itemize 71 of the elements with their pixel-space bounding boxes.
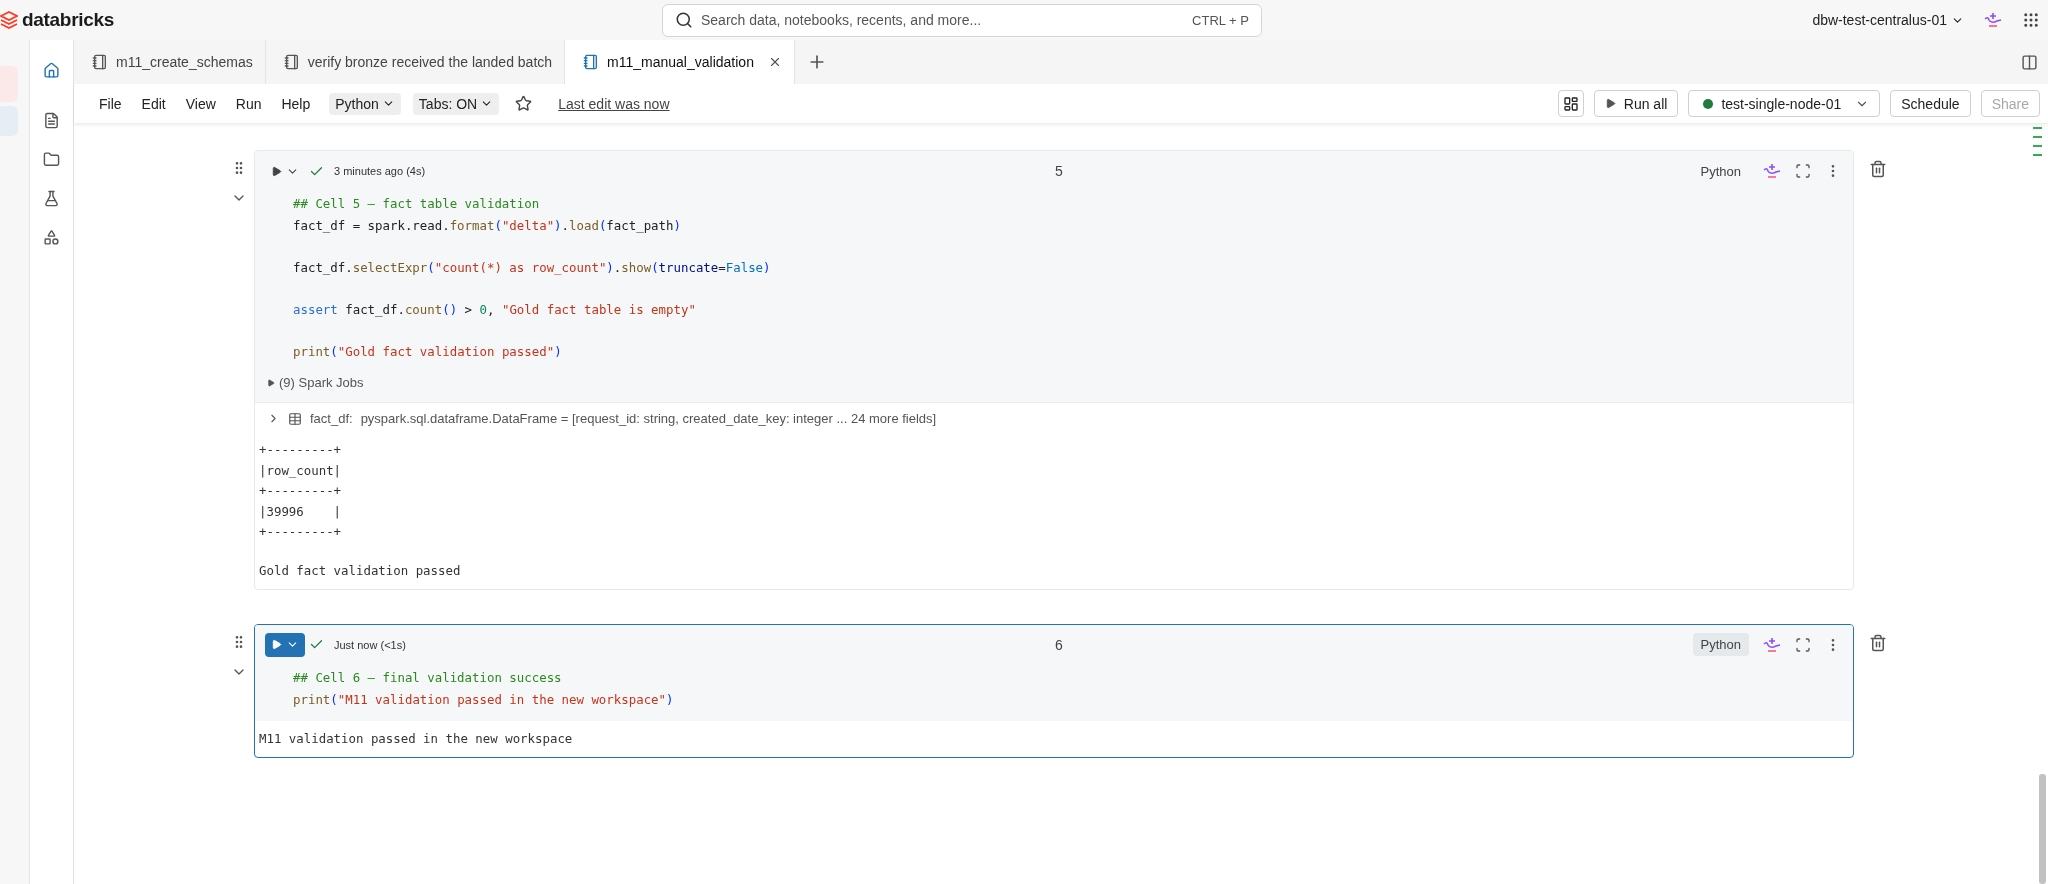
minimap[interactable] bbox=[2033, 127, 2042, 156]
dataframe-schema: pyspark.sql.dataframe.DataFrame = [request_id: string, created_date_key: integer ... 24 more fields] bbox=[360, 411, 937, 426]
code-line: fact_df.selectExpr("count(*) as row_count").show(truncate=False) bbox=[293, 259, 772, 277]
trash-icon bbox=[1869, 160, 1887, 178]
expand-icon[interactable] bbox=[1795, 636, 1811, 653]
flask-icon[interactable] bbox=[43, 190, 60, 207]
star-icon[interactable] bbox=[515, 95, 533, 112]
apps-icon[interactable] bbox=[2022, 11, 2040, 29]
code-line: print("Gold fact validation passed") bbox=[293, 343, 563, 361]
home-icon[interactable] bbox=[43, 61, 60, 79]
folder-icon[interactable] bbox=[43, 151, 60, 168]
menu-item[interactable]: Help bbox=[274, 91, 318, 116]
trash-icon bbox=[1869, 633, 1887, 652]
expand-triangle-icon[interactable] bbox=[267, 378, 275, 387]
play-icon bbox=[271, 165, 282, 177]
search-field[interactable]: Search data, notebooks, recents, and more... CTRL + P bbox=[662, 3, 1262, 37]
notebook-icon bbox=[583, 54, 600, 70]
cell-number: 6 bbox=[1055, 636, 1063, 653]
tabs-dropdown[interactable]: Tabs: ON bbox=[412, 92, 500, 115]
search-icon bbox=[675, 11, 693, 29]
shortcut-hint: CTRL + P bbox=[1192, 12, 1249, 28]
table-icon bbox=[288, 411, 302, 426]
output-message: Gold fact validation passed bbox=[259, 561, 462, 580]
code-line: print("M11 validation passed in the new workspace") bbox=[293, 690, 675, 709]
split-view-icon bbox=[2021, 53, 2038, 71]
status-dot bbox=[1703, 98, 1714, 109]
assistant-icon[interactable] bbox=[1763, 636, 1781, 653]
output-line: |row_count| bbox=[259, 461, 343, 480]
logo-text: databricks bbox=[22, 9, 115, 31]
run-status: 3 minutes ago (4s) bbox=[334, 165, 426, 177]
spark-jobs-link[interactable]: (9) Spark Jobs bbox=[279, 375, 364, 390]
menu-item[interactable]: View bbox=[178, 91, 223, 116]
menu-item[interactable]: Run bbox=[228, 91, 269, 116]
last-edit-link[interactable]: Last edit was now bbox=[558, 95, 670, 112]
language-button[interactable]: Python bbox=[1692, 159, 1749, 183]
scrollbar[interactable] bbox=[2039, 774, 2046, 884]
language-button[interactable]: Python bbox=[1692, 633, 1749, 656]
run-all-button[interactable]: Run all bbox=[1593, 90, 1679, 117]
output-line: +---------+ bbox=[259, 441, 343, 459]
notebook-icon bbox=[283, 54, 300, 70]
schedule-button[interactable]: Schedule bbox=[1890, 90, 1971, 117]
output-line: |39996 | bbox=[259, 502, 343, 521]
assistant-icon[interactable] bbox=[1984, 12, 2002, 28]
output-line: +---------+ bbox=[259, 523, 343, 541]
logo-icon bbox=[0, 11, 18, 29]
dataframe-name: fact_df: bbox=[310, 411, 353, 426]
code-line: ## Cell 6 — final validation success bbox=[293, 668, 563, 687]
workspace-selector[interactable]: dbw-test-centralus-01 bbox=[1812, 12, 1964, 28]
shapes-icon[interactable] bbox=[43, 229, 60, 246]
play-icon bbox=[271, 639, 282, 650]
layout-icon bbox=[1562, 95, 1579, 112]
code-line: ## Cell 5 — fact table validation bbox=[293, 195, 541, 213]
document-icon[interactable] bbox=[43, 112, 60, 129]
play-icon bbox=[1604, 98, 1616, 109]
cluster-selector[interactable]: test-single-node-01 bbox=[1688, 90, 1881, 117]
code-line: assert fact_df.count() > 0, "Gold fact table is empty" bbox=[293, 301, 697, 319]
menu-item[interactable]: File bbox=[92, 91, 129, 116]
menu-item[interactable]: Edit bbox=[134, 91, 173, 116]
assistant-icon[interactable] bbox=[1763, 163, 1781, 179]
notebook-tab[interactable]: m11_manual_validation bbox=[565, 40, 795, 84]
search-placeholder: Search data, notebooks, recents, and more... bbox=[701, 12, 983, 28]
language-dropdown[interactable]: Python bbox=[329, 92, 401, 115]
expand-icon[interactable] bbox=[1795, 163, 1811, 179]
cell-number: 5 bbox=[1055, 163, 1063, 179]
code-line: fact_df = spark.read.format("delta").load(fact_path) bbox=[293, 217, 682, 235]
output-message: M11 validation passed in the new workspace bbox=[259, 729, 574, 748]
layout-button[interactable] bbox=[1557, 90, 1584, 117]
notebook-icon bbox=[92, 54, 108, 70]
run-cell-button[interactable] bbox=[265, 632, 305, 657]
run-status: Just now (<1s) bbox=[334, 638, 406, 651]
output-line: +---------+ bbox=[259, 482, 343, 500]
